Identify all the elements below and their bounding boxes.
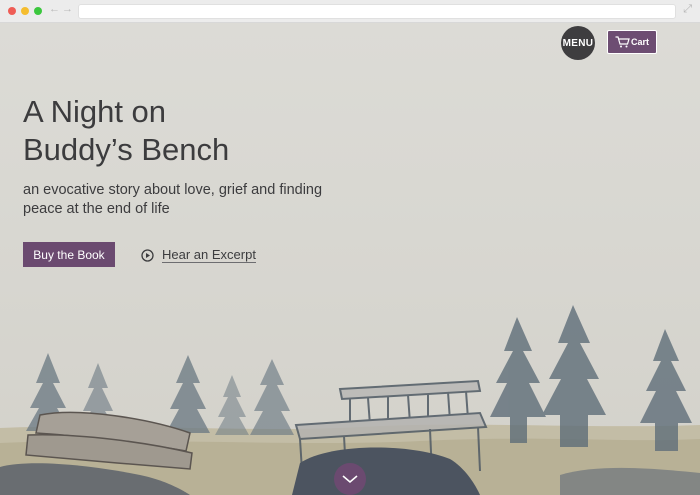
forward-arrow-icon[interactable]: → [62,3,73,15]
scroll-down-button[interactable] [334,463,366,495]
back-arrow-icon[interactable]: ← [49,3,60,15]
close-window-dot[interactable] [8,7,16,15]
title-line-1: A Night on [23,94,167,129]
address-bar[interactable] [78,4,676,19]
maximize-window-dot[interactable] [34,7,42,15]
hero-section: MENU Cart A Night on Buddy’s Bench an ev… [0,23,700,495]
hear-excerpt-label: Hear an Excerpt [162,247,256,263]
minimize-window-dot[interactable] [21,7,29,15]
hero-subtitle: an evocative story about love, grief and… [23,182,323,217]
fullscreen-expand-icon[interactable]: ⤢ [683,3,692,16]
page-title: A Night on Buddy’s Bench [23,93,343,169]
buy-the-book-button[interactable]: Buy the Book [23,242,115,267]
hear-excerpt-link[interactable]: Hear an Excerpt [141,245,256,265]
cart-label: Cart [630,37,649,47]
cart-icon [615,36,630,48]
title-line-2: Buddy’s Bench [23,132,230,167]
play-circle-icon [141,248,154,262]
chevron-down-icon [342,475,358,484]
cart-button[interactable]: Cart [607,30,657,54]
browser-toolbar: ← → ⤢ [0,0,700,23]
menu-button[interactable]: MENU [561,26,595,60]
